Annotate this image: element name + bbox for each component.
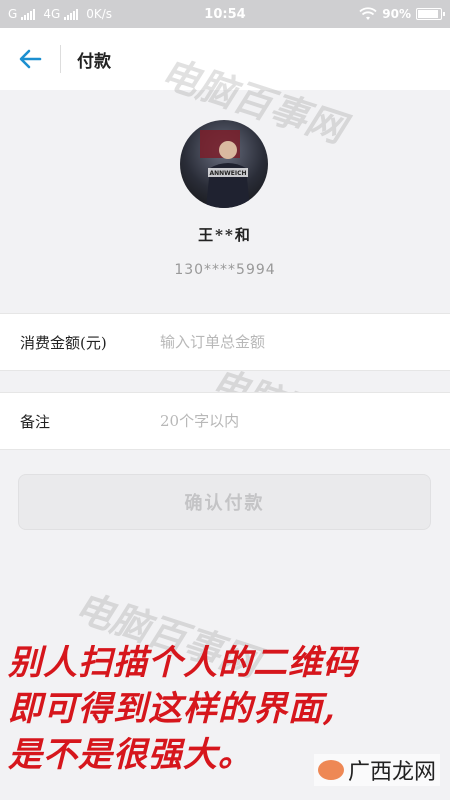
battery-percent: 90%	[382, 7, 411, 21]
status-bar: G 4G 0K/s 10:54 90%	[0, 0, 450, 28]
avatar-image: ANNWEICH	[200, 130, 250, 208]
avatar-shirt-text: ANNWEICH	[209, 170, 246, 177]
carrier-label: G	[8, 7, 18, 21]
battery-icon	[416, 8, 445, 20]
payee-phone: 130****5994	[174, 262, 276, 278]
caption-line: 即可得到这样的界面,	[8, 689, 336, 729]
status-left: G 4G 0K/s	[8, 7, 112, 21]
amount-label: 消费金额(元)	[20, 333, 107, 352]
arrow-left-icon	[19, 49, 42, 69]
amount-row: 消费金额(元)	[0, 313, 450, 371]
note-label: 备注	[20, 412, 51, 431]
corner-brand-text: 广西龙网	[347, 760, 436, 785]
amount-input[interactable]	[160, 333, 410, 351]
header-divider	[60, 45, 61, 73]
note-input[interactable]	[160, 412, 410, 430]
corner-brand: 广西龙网	[313, 754, 440, 786]
payee-profile: ANNWEICH 王**和 130****5994	[0, 90, 450, 312]
brand-logo-icon	[317, 760, 344, 780]
network-label: 4G	[43, 7, 61, 21]
network-speed: 0K/s	[86, 7, 113, 21]
avatar: ANNWEICH	[180, 120, 268, 208]
status-right: 90%	[359, 7, 445, 21]
signal-icon-2	[64, 8, 79, 20]
caption-line: 别人扫描个人的二维码	[8, 643, 358, 683]
signal-icon	[21, 8, 36, 20]
wifi-icon	[359, 7, 377, 20]
page-title: 付款	[77, 51, 111, 72]
back-button[interactable]	[0, 28, 60, 90]
header-bar: 付款	[0, 28, 450, 90]
note-row: 备注	[0, 392, 450, 450]
payee-name: 王**和	[198, 226, 252, 244]
confirm-payment-button[interactable]: 确认付款	[18, 474, 431, 530]
